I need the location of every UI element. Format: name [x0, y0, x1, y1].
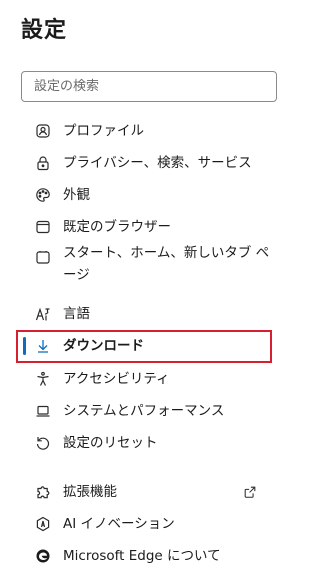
sidebar-item-label: 拡張機能: [63, 484, 117, 500]
sidebar-item-start-home-newtab[interactable]: スタート、ホーム、新しいタブ ページ: [21, 242, 277, 286]
sidebar-item-label: ダウンロード: [63, 338, 144, 354]
accessibility-icon: [34, 370, 52, 388]
ai-icon: [34, 515, 52, 533]
search-input[interactable]: [21, 71, 277, 102]
puzzle-icon: [34, 483, 52, 501]
sidebar-item-reset[interactable]: 設定のリセット: [21, 428, 277, 458]
palette-icon: [34, 186, 52, 204]
download-icon: [34, 337, 52, 355]
sidebar-item-label: Microsoft Edge について: [63, 548, 221, 564]
sidebar-item-system-performance[interactable]: システムとパフォーマンス: [21, 396, 277, 426]
sidebar-item-profiles[interactable]: プロファイル: [21, 116, 277, 146]
profile-icon: [34, 122, 52, 140]
sidebar-item-languages[interactable]: 言語: [21, 299, 277, 329]
external-link-icon: [243, 477, 257, 507]
sidebar-item-about[interactable]: Microsoft Edge について: [21, 541, 277, 571]
sidebar-item-label: プロファイル: [63, 123, 144, 139]
new-tab-icon: [34, 248, 52, 266]
edge-logo-icon: [34, 547, 52, 565]
sidebar-item-ai-innovation[interactable]: AI イノベーション: [21, 509, 277, 539]
sidebar-item-extensions[interactable]: 拡張機能: [21, 477, 277, 507]
language-icon: [34, 305, 52, 323]
sidebar-item-label: 外観: [63, 187, 90, 203]
sidebar-item-default-browser[interactable]: 既定のブラウザー: [21, 212, 277, 242]
sidebar-item-label: 言語: [63, 306, 90, 322]
sidebar-item-accessibility[interactable]: アクセシビリティ: [21, 364, 277, 394]
page-title: 設定: [21, 18, 68, 43]
browser-icon: [34, 218, 52, 236]
lock-icon: [34, 154, 52, 172]
reset-icon: [34, 434, 52, 452]
sidebar-item-label: 設定のリセット: [63, 435, 158, 451]
sidebar-item-privacy[interactable]: プライバシー、検索、サービス: [21, 148, 277, 178]
sidebar-item-label: システムとパフォーマンス: [63, 403, 225, 419]
sidebar-item-appearance[interactable]: 外観: [21, 180, 277, 210]
laptop-icon: [34, 402, 52, 420]
sidebar-item-label: プライバシー、検索、サービス: [63, 155, 252, 171]
sidebar-item-label: 既定のブラウザー: [63, 219, 171, 235]
sidebar-item-label: アクセシビリティ: [63, 371, 170, 387]
sidebar-item-label: AI イノベーション: [63, 516, 175, 532]
sidebar-item-label: スタート、ホーム、新しいタブ ページ: [63, 245, 270, 283]
sidebar-item-downloads[interactable]: ダウンロード: [21, 331, 277, 361]
